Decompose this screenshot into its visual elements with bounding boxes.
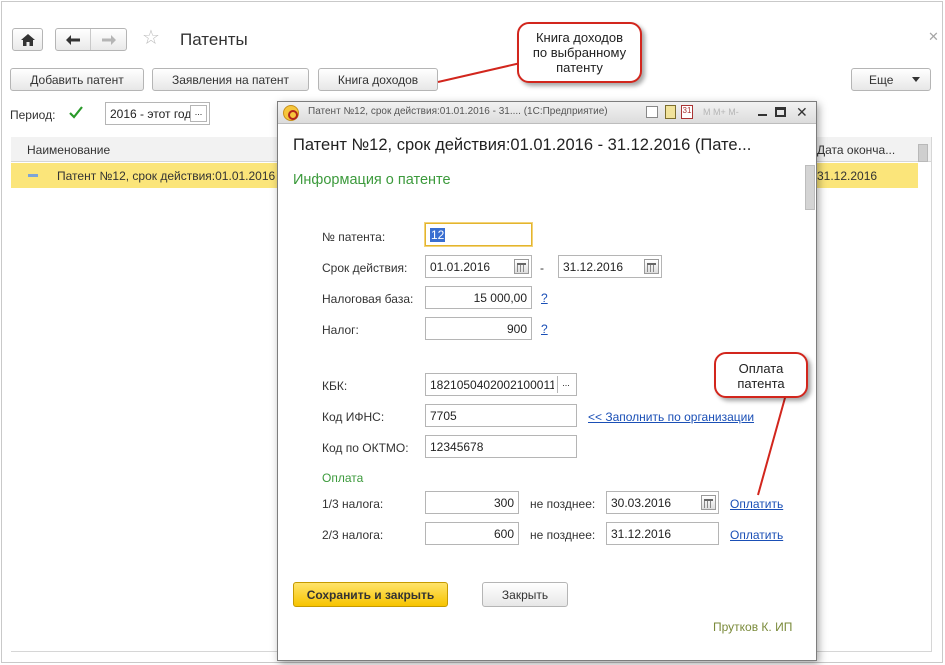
arrow-left-icon <box>66 34 80 45</box>
tax-base-field[interactable]: 15 000,00 <box>425 286 532 309</box>
kbk-value: 18210504020021000110 <box>430 377 554 392</box>
home-button[interactable] <box>12 28 43 51</box>
history-nav <box>55 28 127 51</box>
ifns-value: 7705 <box>430 408 457 423</box>
tax-field[interactable]: 900 <box>425 317 532 340</box>
validity-from-field[interactable]: 01.01.2016 <box>425 255 532 278</box>
payment-1-deadline-label: не позднее: <box>530 497 596 511</box>
row-name: Патент №12, срок действия:01.01.2016 <box>57 169 276 183</box>
period-checkbox[interactable] <box>68 105 84 121</box>
table-vertical-line <box>931 137 932 652</box>
tax-base-label: Налоговая база: <box>322 292 414 306</box>
validity-to-value: 31.12.2016 <box>563 259 624 274</box>
back-button[interactable] <box>56 29 92 50</box>
close-button[interactable]: Закрыть <box>482 582 568 607</box>
payment-1-label: 1/3 налога: <box>322 497 384 511</box>
fill-by-organization-link[interactable]: << Заполнить по организации <box>588 410 754 424</box>
dialog-close-icon[interactable]: ✕ <box>796 104 808 121</box>
more-label: Еще <box>869 72 894 87</box>
more-button[interactable]: Еще <box>851 68 931 91</box>
row-minus-icon <box>28 174 38 177</box>
page-title: Патенты <box>180 30 248 49</box>
payment-callout: Оплата патента <box>714 352 808 398</box>
period-value: 2016 - этот год <box>110 106 190 121</box>
callout-pointer-income <box>437 61 526 83</box>
income-book-callout: Книга доходов по выбранному патенту <box>517 22 642 83</box>
tax-label: Налог: <box>322 323 359 337</box>
period-label: Период: <box>10 108 56 122</box>
kbk-field[interactable]: 18210504020021000110 ... <box>425 373 577 396</box>
dialog-heading: Патент №12, срок действия:01.01.2016 - 3… <box>293 136 752 154</box>
section-title: Информация о патенте <box>293 172 451 188</box>
forward-button[interactable] <box>91 29 126 50</box>
payment-1-date: 30.03.2016 <box>611 495 672 510</box>
home-icon <box>20 33 35 46</box>
payment-2-label: 2/3 налога: <box>322 528 384 542</box>
tax-base-help-link[interactable]: ? <box>541 291 548 305</box>
calendar-icon[interactable]: 31 <box>681 105 693 119</box>
callout-line: Книга доходов <box>535 30 623 45</box>
scrollbar-thumb[interactable] <box>918 144 928 162</box>
organization-footer: Прутков К. ИП <box>713 620 793 634</box>
validity-from-value: 01.01.2016 <box>430 259 491 274</box>
period-select-button[interactable]: ... <box>190 105 207 122</box>
payment-1-amount-field[interactable]: 300 <box>425 491 519 514</box>
payment-2-amount-field[interactable]: 600 <box>425 522 519 545</box>
payment-1-amount: 300 <box>493 495 514 510</box>
callout-line: Оплата <box>738 361 784 376</box>
patent-no-value: 12 <box>430 227 446 242</box>
tax-help-link[interactable]: ? <box>541 322 548 336</box>
payment-section-title: Оплата <box>322 471 364 485</box>
calculator-icon[interactable] <box>665 105 676 119</box>
kbk-select-button[interactable]: ... <box>557 376 574 393</box>
dialog-titlebar[interactable]: Патент №12, срок действия:01.01.2016 - 3… <box>278 102 816 124</box>
period-field[interactable]: 2016 - этот год ... <box>105 102 210 125</box>
maximize-icon[interactable] <box>775 107 786 117</box>
oktmo-label: Код по ОКТМО: <box>322 441 409 455</box>
callout-line: по выбранному <box>532 45 627 60</box>
validity-dash: - <box>540 261 544 275</box>
calendar-icon[interactable] <box>514 259 529 274</box>
calendar-icon[interactable] <box>644 259 659 274</box>
callout-pointer-payment <box>757 386 789 496</box>
payment-2-deadline-label: не позднее: <box>530 528 596 542</box>
row-end-date: 31.12.2016 <box>817 169 878 183</box>
tax-base-value: 15 000,00 <box>473 290 527 305</box>
oktmo-value: 12345678 <box>430 439 484 454</box>
add-patent-button[interactable]: Добавить патент <box>10 68 144 91</box>
callout-line: патента <box>737 376 785 391</box>
payment-2-amount: 600 <box>493 526 514 541</box>
dialog-window-title: Патент №12, срок действия:01.01.2016 - 3… <box>308 106 608 117</box>
calendar-icon[interactable] <box>701 495 716 510</box>
arrow-right-icon <box>101 34 116 45</box>
income-book-button[interactable]: Книга доходов <box>318 68 438 91</box>
memory-icons: M M+ M- <box>703 107 739 117</box>
validity-label: Срок действия: <box>322 261 408 275</box>
1c-logo-icon <box>283 105 299 121</box>
checkmark-icon <box>69 106 83 119</box>
validity-to-field[interactable]: 31.12.2016 <box>558 255 662 278</box>
payment-2-date: 31.12.2016 <box>611 526 672 541</box>
applications-button[interactable]: Заявления на патент <box>152 68 309 91</box>
chevron-down-icon <box>912 77 920 82</box>
close-icon[interactable]: ✕ <box>928 29 939 45</box>
payment-1-date-field[interactable]: 30.03.2016 <box>606 491 719 514</box>
pay-link[interactable]: Оплатить <box>730 528 783 542</box>
patent-no-label: № патента: <box>322 230 386 244</box>
ifns-label: Код ИФНС: <box>322 410 385 424</box>
col-name-header[interactable]: Наименование <box>27 143 110 157</box>
kbk-label: КБК: <box>322 379 348 393</box>
ifns-field[interactable]: 7705 <box>425 404 577 427</box>
col-end-date-header[interactable]: Дата оконча... <box>817 143 895 157</box>
patent-no-field[interactable]: 12 <box>425 223 532 246</box>
tax-value: 900 <box>506 321 527 336</box>
dialog-scrollbar[interactable] <box>805 165 815 210</box>
info-icon[interactable] <box>646 106 658 118</box>
favorite-star-icon[interactable]: ☆ <box>142 27 160 49</box>
payment-2-date-field[interactable]: 31.12.2016 <box>606 522 719 545</box>
callout-line: патенту <box>556 60 603 75</box>
minimize-icon[interactable] <box>758 114 767 116</box>
save-and-close-button[interactable]: Сохранить и закрыть <box>293 582 448 607</box>
oktmo-field[interactable]: 12345678 <box>425 435 577 458</box>
